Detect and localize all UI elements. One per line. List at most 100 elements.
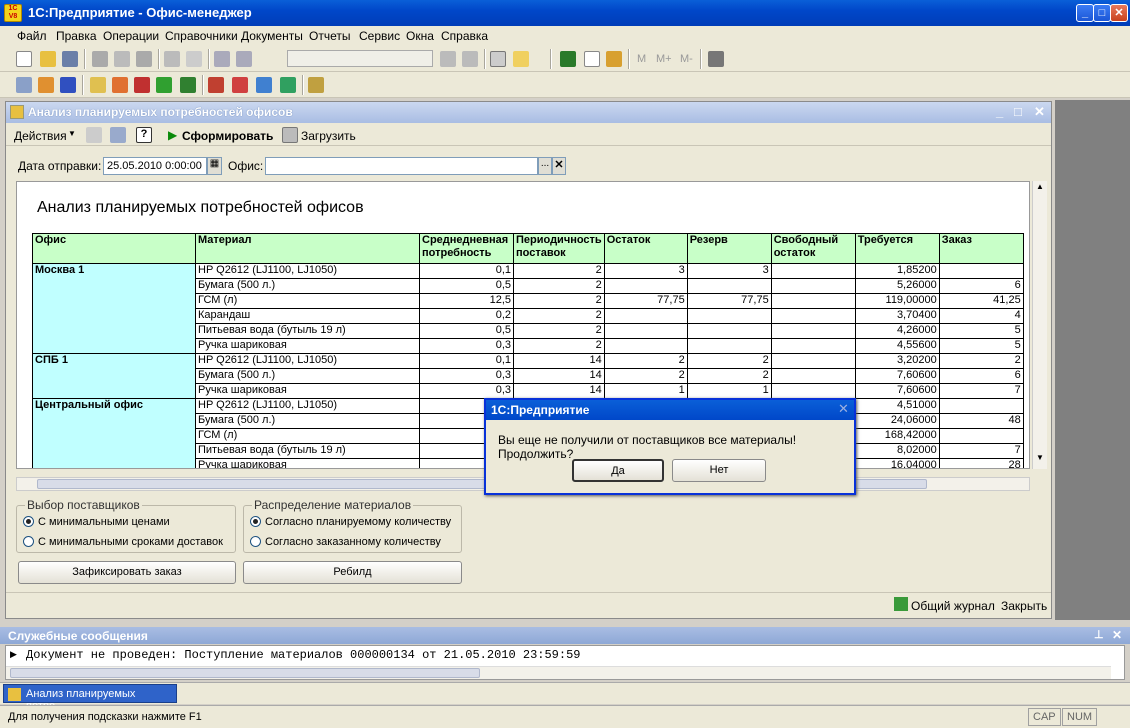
calendar-icon[interactable]: ▦ (207, 157, 222, 175)
yes-button[interactable]: Да (572, 459, 664, 482)
price-icon[interactable] (232, 77, 248, 93)
app-title-bar: 1С V8 1С:Предприятие - Офис-менеджер _ □ … (0, 0, 1130, 26)
users-icon[interactable] (60, 77, 76, 93)
dialog-close-icon[interactable]: ✕ (838, 401, 849, 417)
journal-icon[interactable] (16, 77, 32, 93)
preview-icon[interactable] (186, 51, 202, 67)
office-cell: СПБ 1 (32, 353, 196, 399)
period-cell: 2 (513, 278, 605, 294)
office-field[interactable] (265, 157, 538, 175)
menu-operations[interactable]: Операции (103, 29, 159, 43)
doc-minimize-button[interactable]: _ (996, 104, 1003, 119)
menu-file[interactable]: Файл (17, 29, 47, 43)
order-icon[interactable] (134, 77, 150, 93)
copy-icon[interactable] (114, 51, 130, 67)
general-journal-button[interactable]: Общий журнал (911, 599, 995, 613)
find-icon[interactable] (440, 51, 456, 67)
menu-edit[interactable]: Правка (56, 29, 97, 43)
memory-button[interactable]: M (637, 53, 646, 65)
help-icon[interactable]: ? (136, 127, 152, 143)
messages-close-icon[interactable]: ✕ (1112, 628, 1122, 642)
minimize-button[interactable]: _ (1076, 4, 1094, 22)
col-office: Офис (32, 233, 196, 264)
globe-icon[interactable] (256, 77, 272, 93)
memory-minus-button[interactable]: M- (680, 53, 693, 65)
calculator-icon[interactable] (560, 51, 576, 67)
col-avg-need: Среднедневная потребность (419, 233, 514, 264)
no-button[interactable]: Нет (672, 459, 766, 482)
menu-reports[interactable]: Отчеты (309, 29, 350, 43)
supply-icon[interactable] (156, 77, 172, 93)
undo-icon[interactable] (214, 51, 230, 67)
find-next-icon[interactable] (462, 51, 478, 67)
standard-toolbar: M M+ M- (0, 46, 1130, 72)
menu-windows[interactable]: Окна (406, 29, 434, 43)
close-button[interactable]: ✕ (1110, 4, 1128, 22)
select-button[interactable]: ... (538, 157, 552, 175)
date-label: Дата отправки: (18, 159, 102, 173)
actions-menu[interactable]: Действия (14, 129, 67, 143)
chart-icon[interactable] (208, 77, 224, 93)
radio-ordered-qty[interactable]: Согласно заказанному количеству (250, 536, 441, 548)
cut-icon[interactable] (92, 51, 108, 67)
scroll-thumb[interactable] (10, 668, 480, 678)
save-icon[interactable] (62, 51, 78, 67)
fix-order-button[interactable]: Зафиксировать заказ (18, 561, 236, 584)
book-icon[interactable] (180, 77, 196, 93)
paste-icon[interactable] (136, 51, 152, 67)
help-icon[interactable] (513, 51, 529, 67)
scroll-up-icon[interactable]: ▲ (1034, 182, 1046, 194)
clear-icon[interactable]: ✕ (552, 157, 566, 175)
pin-icon[interactable]: ⊥ (1094, 628, 1104, 641)
date-field[interactable]: 25.05.2010 0:00:00 (103, 157, 207, 175)
windows-icon[interactable] (490, 51, 506, 67)
menu-help[interactable]: Справка (441, 29, 488, 43)
materials-icon[interactable] (38, 77, 54, 93)
copy-icon[interactable] (86, 127, 102, 143)
calendar-icon[interactable] (584, 51, 600, 67)
need-cell: 5,26000 (854, 278, 940, 294)
memory-plus-button[interactable]: M+ (656, 53, 672, 65)
menu-service[interactable]: Сервис (359, 29, 400, 43)
report-icon[interactable] (90, 77, 106, 93)
need-cell: 16,04000 (854, 458, 940, 468)
refresh-icon[interactable] (110, 127, 126, 143)
open-icon[interactable] (40, 51, 56, 67)
report-vertical-scrollbar[interactable]: ▲ ▼ (1032, 181, 1047, 469)
load-button[interactable]: Загрузить (301, 129, 356, 143)
period-cell: 2 (513, 293, 605, 309)
settings-icon[interactable] (308, 77, 324, 93)
need-cell: 24,06000 (854, 413, 940, 429)
print-icon[interactable] (164, 51, 180, 67)
radio-min-delivery[interactable]: С минимальными сроками доставок (23, 536, 223, 548)
doc-maximize-button[interactable]: □ (1014, 104, 1022, 119)
window-taskbar: Анализ планируемых потре... (0, 682, 1130, 712)
menu-catalogs[interactable]: Справочники (165, 29, 238, 43)
order-cell: 6 (938, 368, 1024, 384)
rest-cell (603, 278, 688, 294)
search-combobox[interactable] (287, 50, 433, 67)
maximize-button[interactable]: □ (1093, 4, 1111, 22)
rebuild-button[interactable]: Ребилд (243, 561, 462, 584)
office-cell: Москва 1 (32, 263, 196, 354)
radio-min-price[interactable]: С минимальными ценами (23, 516, 170, 528)
generate-button[interactable]: Сформировать (182, 129, 273, 143)
reserve-cell (686, 323, 772, 339)
need-cell: 7,60600 (854, 383, 940, 399)
close-window-button[interactable]: Закрыть (1001, 599, 1047, 613)
messages-hscrollbar[interactable] (6, 666, 1111, 679)
menu-documents[interactable]: Документы (241, 29, 303, 43)
scroll-down-icon[interactable]: ▼ (1034, 453, 1046, 465)
redo-icon[interactable] (236, 51, 252, 67)
tools-icon[interactable] (708, 51, 724, 67)
load-icon[interactable] (282, 127, 298, 143)
stock-icon[interactable] (280, 77, 296, 93)
taskbar-item[interactable]: Анализ планируемых потре... (3, 684, 177, 712)
doc-close-button[interactable]: ✕ (1034, 104, 1045, 120)
new-document-icon[interactable] (16, 51, 32, 67)
radio-planned-qty[interactable]: Согласно планируемому количеству (250, 516, 451, 528)
messages-area[interactable]: ▶ Документ не проведен: Поступление мате… (5, 645, 1125, 680)
analysis-icon[interactable] (112, 77, 128, 93)
user-icon[interactable] (606, 51, 622, 67)
reserve-cell: 2 (686, 353, 772, 369)
